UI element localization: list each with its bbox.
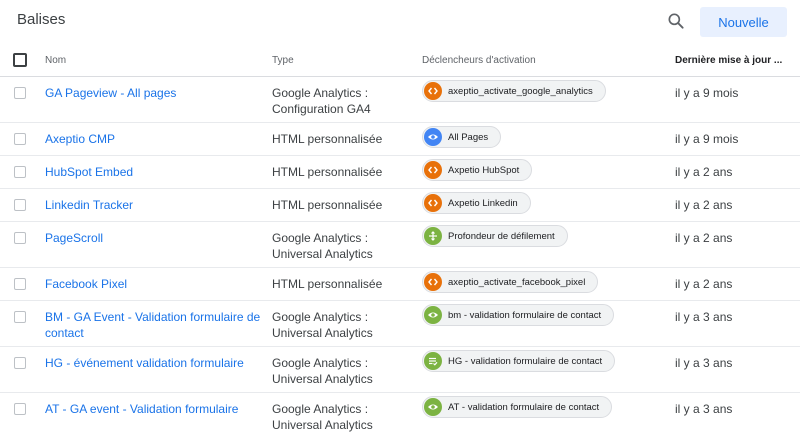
- code-icon: [424, 161, 442, 179]
- table-row: Facebook Pixel HTML personnalisée axepti…: [0, 268, 800, 301]
- tag-type: Google Analytics : Configuration GA4: [272, 86, 371, 116]
- trigger-label: Axpetio HubSpot: [448, 164, 520, 176]
- row-checkbox[interactable]: [14, 403, 26, 415]
- trigger-label: AT - validation formulaire de contact: [448, 401, 600, 413]
- row-checkbox[interactable]: [14, 311, 26, 323]
- tag-type: Google Analytics : Universal Analytics: [272, 310, 373, 340]
- trigger-chip[interactable]: All Pages: [422, 126, 502, 148]
- tag-name-link[interactable]: GA Pageview - All pages: [45, 85, 265, 101]
- trigger-chip[interactable]: bm - validation formulaire de contact: [422, 304, 615, 326]
- last-updated: il y a 3 ans: [675, 356, 733, 370]
- code-icon: [424, 194, 442, 212]
- trigger-label: bm - validation formulaire de contact: [448, 309, 602, 321]
- table-row: Axeptio CMP HTML personnalisée All Pages…: [0, 123, 800, 156]
- trigger-label: Axpetio Linkedin: [448, 197, 518, 209]
- tag-name-link[interactable]: HG - événement validation formulaire: [45, 355, 265, 371]
- tag-type: Google Analytics : Universal Analytics: [272, 356, 373, 386]
- trigger-chip[interactable]: Axpetio Linkedin: [422, 192, 531, 214]
- row-checkbox[interactable]: [14, 232, 26, 244]
- tag-name-link[interactable]: HubSpot Embed: [45, 164, 265, 180]
- tag-type: Google Analytics : Universal Analytics: [272, 402, 373, 432]
- trigger-chip[interactable]: axeptio_activate_google_analytics: [422, 80, 606, 102]
- tag-name-link[interactable]: AT - GA event - Validation formulaire: [45, 401, 265, 417]
- column-date[interactable]: Dernière mise à jour ...: [675, 55, 782, 66]
- table-row: AT - GA event - Validation formulaire Go…: [0, 393, 800, 434]
- new-tag-button[interactable]: Nouvelle: [700, 7, 787, 37]
- eye-icon: [424, 128, 442, 146]
- select-all-checkbox[interactable]: [13, 53, 27, 67]
- tag-name-link[interactable]: PageScroll: [45, 230, 265, 246]
- table-header: Nom Type Déclencheurs d'activation Derni…: [0, 46, 800, 77]
- trigger-chip[interactable]: Profondeur de défilement: [422, 225, 568, 247]
- last-updated: il y a 9 mois: [675, 86, 739, 100]
- eye-icon: [424, 306, 442, 324]
- tag-name-link[interactable]: BM - GA Event - Validation formulaire de…: [45, 309, 265, 341]
- trigger-label: HG - validation formulaire de contact: [448, 355, 603, 367]
- column-triggers[interactable]: Déclencheurs d'activation: [422, 55, 536, 66]
- table-row: GA Pageview - All pages Google Analytics…: [0, 77, 800, 123]
- row-checkbox[interactable]: [14, 278, 26, 290]
- row-checkbox[interactable]: [14, 133, 26, 145]
- page-header: Balises Nouvelle: [0, 0, 800, 44]
- last-updated: il y a 2 ans: [675, 165, 733, 179]
- code-icon: [424, 273, 442, 291]
- trigger-label: Profondeur de défilement: [448, 230, 555, 242]
- last-updated: il y a 2 ans: [675, 231, 733, 245]
- scroll-icon: [424, 227, 442, 245]
- last-updated: il y a 3 ans: [675, 310, 733, 324]
- last-updated: il y a 2 ans: [675, 277, 733, 291]
- page-title: Balises: [17, 11, 66, 28]
- table-row: HubSpot Embed HTML personnalisée Axpetio…: [0, 156, 800, 189]
- column-name[interactable]: Nom: [45, 55, 66, 66]
- trigger-chip[interactable]: HG - validation formulaire de contact: [422, 350, 616, 372]
- last-updated: il y a 2 ans: [675, 198, 733, 212]
- form-icon: [424, 352, 442, 370]
- column-type[interactable]: Type: [272, 55, 294, 66]
- trigger-label: All Pages: [448, 131, 489, 143]
- tag-name-link[interactable]: Facebook Pixel: [45, 276, 265, 292]
- tag-name-link[interactable]: Axeptio CMP: [45, 131, 265, 147]
- trigger-label: axeptio_activate_google_analytics: [448, 85, 593, 97]
- table-row: PageScroll Google Analytics : Universal …: [0, 222, 800, 268]
- last-updated: il y a 3 ans: [675, 402, 733, 416]
- table-row: HG - événement validation formulaire Goo…: [0, 347, 800, 393]
- tag-type: Google Analytics : Universal Analytics: [272, 231, 373, 261]
- eye-icon: [424, 398, 442, 416]
- table-row: BM - GA Event - Validation formulaire de…: [0, 301, 800, 347]
- row-checkbox[interactable]: [14, 87, 26, 99]
- trigger-chip[interactable]: Axpetio HubSpot: [422, 159, 533, 181]
- trigger-label: axeptio_activate_facebook_pixel: [448, 276, 586, 288]
- search-icon[interactable]: [666, 11, 686, 31]
- row-checkbox[interactable]: [14, 357, 26, 369]
- table-row: Linkedin Tracker HTML personnalisée Axpe…: [0, 189, 800, 222]
- tag-type: HTML personnalisée: [272, 165, 383, 179]
- code-icon: [424, 82, 442, 100]
- row-checkbox[interactable]: [14, 166, 26, 178]
- trigger-chip[interactable]: AT - validation formulaire de contact: [422, 396, 613, 418]
- last-updated: il y a 9 mois: [675, 132, 739, 146]
- tag-type: HTML personnalisée: [272, 277, 383, 291]
- trigger-chip[interactable]: axeptio_activate_facebook_pixel: [422, 271, 599, 293]
- tag-type: HTML personnalisée: [272, 132, 383, 146]
- tag-name-link[interactable]: Linkedin Tracker: [45, 197, 265, 213]
- row-checkbox[interactable]: [14, 199, 26, 211]
- tag-type: HTML personnalisée: [272, 198, 383, 212]
